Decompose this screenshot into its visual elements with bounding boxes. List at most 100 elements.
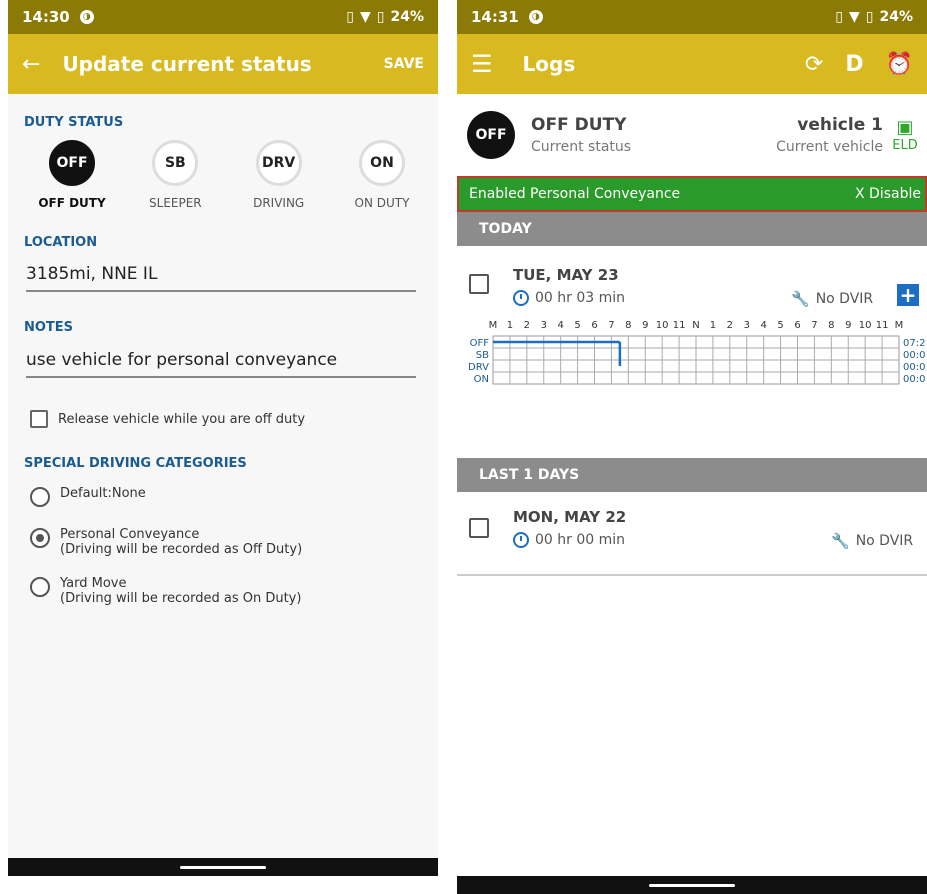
page-title: Update current status [62,52,312,76]
last-days-header: LAST 1 DAYS [457,458,927,492]
notes-field[interactable]: use vehicle for personal conveyance [26,342,416,378]
radio-pc-label: Personal Conveyance [60,527,200,542]
battery-level: 24% [879,9,913,25]
notes-heading: NOTES [24,320,74,335]
radio-yard-move[interactable]: Yard Move (Driving will be recorded as O… [30,576,301,606]
alarm-clock-icon[interactable]: ⏰ [886,52,913,77]
sync-icon[interactable]: ⟳ [805,52,823,77]
hour-label: 4 [760,320,766,331]
wrench-icon: 🔧 [831,532,850,550]
hour-label: 5 [777,320,783,331]
page-title: Logs [522,52,576,76]
duty-off-label: OFF DUTY [38,196,106,210]
duty-status-selector: OFF OFF DUTY SB SLEEPER DRV DRIVING ON O… [8,140,438,210]
battery-icon: ▯ [376,9,385,25]
driver-d-button[interactable]: D [845,52,863,77]
radio-default-button[interactable] [30,487,50,507]
row-total: 00:0 [903,374,925,385]
status-time: 14:31 [471,8,519,26]
current-vehicle-text: vehicle 1 [797,115,883,135]
duty-on[interactable]: ON ON DUTY [342,140,422,210]
nav-bar [8,858,438,876]
app-bar: ← Update current status SAVE [8,34,438,94]
hour-label: 1 [710,320,716,331]
logs-screen: 14:31 ◑ ▯ ▼ ▯ 24% ☰ Logs ⟳ D ⏰ OFF OFF D… [457,0,927,894]
duty-on-label: ON DUTY [354,196,410,210]
duty-drv-circle[interactable]: DRV [255,140,302,186]
pc-disable-button[interactable]: X Disable [855,186,921,202]
vibrate-icon: ▯ [835,9,843,25]
radio-default[interactable]: Default:None [30,486,146,507]
menu-icon[interactable]: ☰ [471,50,493,78]
duty-sleeper[interactable]: SB SLEEPER [135,140,215,210]
duty-on-circle[interactable]: ON [358,140,405,186]
home-handle[interactable] [649,884,735,887]
radio-pc-sub: (Driving will be recorded as Off Duty) [60,542,303,557]
hour-label: 2 [524,320,530,331]
hour-label: 10 [859,320,872,331]
back-arrow-icon[interactable]: ← [22,52,40,77]
past-dvir[interactable]: 🔧 No DVIR [831,532,913,550]
hour-label: 3 [744,320,750,331]
current-status-caption: Current status [531,139,632,155]
today-dvir[interactable]: 🔧 No DVIR [791,290,873,308]
hour-label: 2 [727,320,733,331]
today-header: TODAY [457,212,927,246]
duty-sb-label: SLEEPER [149,196,202,210]
current-status-card: OFF OFF DUTY Current status vehicle 1 Cu… [457,94,927,176]
hour-label: 6 [794,320,800,331]
radio-yard-label: Yard Move [60,576,127,591]
status-time: 14:30 [22,8,70,26]
hour-label: M [489,320,498,331]
radio-yard-button[interactable] [30,577,50,597]
row-label: ON [474,374,489,385]
radio-personal-conveyance[interactable]: Personal Conveyance (Driving will be rec… [30,527,302,557]
hour-label: 7 [811,320,817,331]
duty-sb-circle[interactable]: SB [152,140,199,186]
save-button[interactable]: SAVE [384,56,424,72]
release-vehicle-row[interactable]: Release vehicle while you are off duty [30,410,305,428]
past-duration-text: 00 hr 00 min [535,532,626,548]
special-categories-heading: SPECIAL DRIVING CATEGORIES [24,456,247,471]
hour-label: N [692,320,699,331]
release-vehicle-checkbox[interactable] [30,410,48,428]
current-status-text: OFF DUTY [531,115,627,135]
clock-icon [513,532,529,548]
pc-banner-text: Enabled Personal Conveyance [469,186,681,202]
location-field[interactable]: 3185mi, NNE IL [26,256,416,292]
clock-icon [513,290,529,306]
radio-default-label: Default:None [60,486,146,501]
today-log-entry[interactable]: TUE, MAY 23 00 hr 03 min 🔧 No DVIR + M12… [457,246,927,458]
radio-yard-sub: (Driving will be recorded as On Duty) [60,591,302,606]
past-checkbox[interactable] [469,518,489,538]
hour-label: 8 [625,320,631,331]
hour-label: 7 [608,320,614,331]
today-duration-text: 00 hr 03 min [535,290,626,306]
status-bar: 14:30 ◑ ▯ ▼ ▯ 24% [8,0,438,34]
past-log-entry[interactable]: MON, MAY 22 00 hr 00 min 🔧 No DVIR [457,492,927,576]
today-duration: 00 hr 03 min [513,290,625,306]
row-total: 00:0 [903,362,925,373]
app-bar: ☰ Logs ⟳ D ⏰ [457,34,927,94]
current-status-badge: OFF [467,111,515,159]
duty-driving[interactable]: DRV DRIVING [239,140,319,210]
row-label: SB [476,350,489,361]
today-dvir-text: No DVIR [815,291,874,307]
hour-label: 10 [656,320,669,331]
update-status-screen: 14:30 ◑ ▯ ▼ ▯ 24% ← Update current statu… [8,0,438,876]
hour-label: 8 [828,320,834,331]
notification-icon: ◑ [79,10,94,24]
row-total: 07:2 [903,338,925,349]
hour-label: 11 [673,320,686,331]
radio-pc-button[interactable] [30,528,50,548]
duty-off-circle[interactable]: OFF [49,140,95,186]
notification-icon: ◑ [528,10,543,24]
row-total: 00:0 [903,350,925,361]
hour-label: 9 [642,320,648,331]
location-heading: LOCATION [24,235,98,250]
add-dvir-button[interactable]: + [897,284,919,306]
home-handle[interactable] [180,866,266,869]
hour-label: 3 [541,320,547,331]
duty-off[interactable]: OFF OFF DUTY [32,140,112,210]
today-checkbox[interactable] [469,274,489,294]
